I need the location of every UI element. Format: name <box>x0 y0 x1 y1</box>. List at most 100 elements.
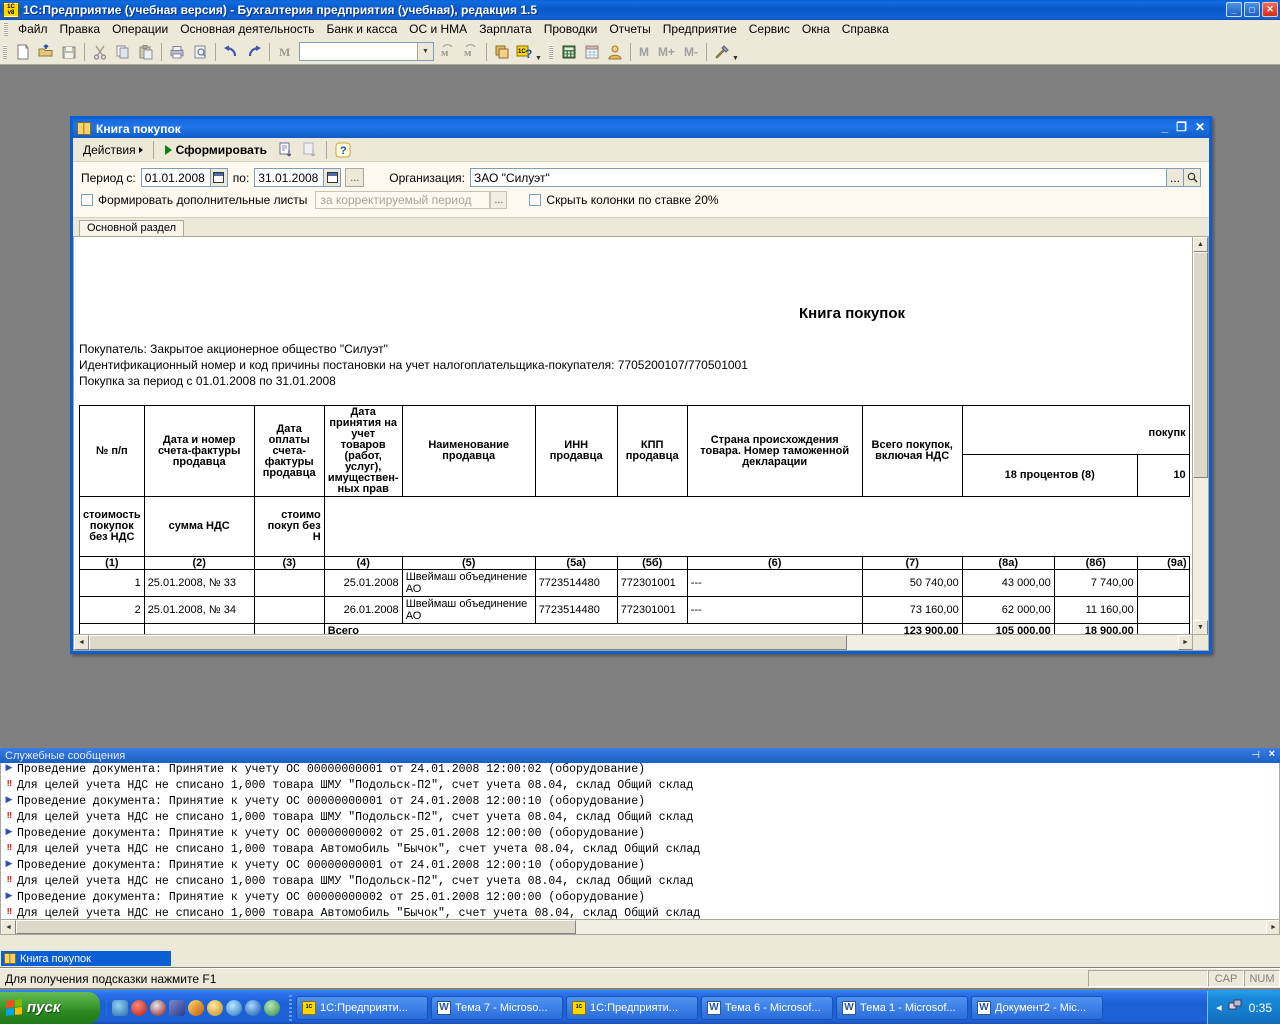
close-icon[interactable]: × <box>1269 748 1275 760</box>
report-vertical-scrollbar[interactable]: ▲ ▼ <box>1192 237 1208 635</box>
copy-window-icon[interactable] <box>491 41 513 63</box>
copy-report-icon[interactable] <box>299 139 321 161</box>
scroll-left-icon[interactable]: ◄ <box>74 635 89 650</box>
menu-item-main-activity[interactable]: Основная деятельность <box>174 20 320 38</box>
taskbar-item-word-tema7[interactable]: W Тема 7 - Microso... <box>431 995 563 1020</box>
user-icon[interactable] <box>604 41 626 63</box>
taskbar-item-word-doc2[interactable]: W Документ2 - Mic... <box>971 995 1103 1020</box>
redo-icon[interactable] <box>243 41 265 63</box>
memory-label[interactable]: M <box>635 45 653 59</box>
corrected-period-more-button[interactable]: ... <box>490 191 508 209</box>
memory-plus-label[interactable]: M+ <box>654 45 679 59</box>
service-messages-list[interactable]: ▶ Проведение документа: Принятие к учету … <box>0 763 1280 935</box>
network-icon[interactable] <box>112 999 128 1016</box>
find-next-icon[interactable]: ᴍ <box>437 41 459 63</box>
new-document-icon[interactable] <box>12 41 34 63</box>
organization-select-button[interactable]: ... <box>1167 168 1184 187</box>
child-maximize-button[interactable]: ❐ <box>1176 120 1187 134</box>
help-button[interactable]: ? <box>332 139 354 161</box>
scroll-down-icon[interactable]: ▼ <box>1193 620 1208 635</box>
list-item[interactable]: ▶ Проведение документа: Принятие к учету … <box>1 859 1279 875</box>
toolbar-overflow-chevron-icon[interactable]: ▼ <box>535 55 542 62</box>
tab-main-section[interactable]: Основной раздел <box>79 220 184 236</box>
service-messages-horizontal-scrollbar[interactable]: ◄ ► <box>1 919 1279 934</box>
tray-expand-chevron-icon[interactable]: ◂ <box>1216 1001 1222 1014</box>
period-settings-button[interactable]: ... <box>345 168 365 187</box>
save-icon[interactable] <box>58 41 80 63</box>
list-item[interactable]: ▶ Проведение документа: Принятие к учету … <box>1 795 1279 811</box>
taskbar-item-1c-1[interactable]: 1C 1С:Предприяти... <box>296 995 428 1020</box>
horizontal-scroll-thumb[interactable] <box>89 635 847 650</box>
table-row[interactable]: 1 25.01.2008, № 33 25.01.2008 Швеймаш об… <box>79 569 1190 597</box>
vertical-scroll-thumb[interactable] <box>1193 252 1208 478</box>
organization-input[interactable]: ЗАО "Силуэт" <box>470 168 1167 187</box>
table-row[interactable]: 2 25.01.2008, № 34 26.01.2008 Швеймаш об… <box>79 596 1190 624</box>
about-1c-icon[interactable]: 1C? <box>514 41 536 63</box>
window-list-item-purchase-book[interactable]: Книга покупок <box>1 951 171 966</box>
generate-report-button[interactable]: Сформировать <box>159 141 273 159</box>
ie-icon[interactable] <box>226 999 242 1016</box>
open-folder-icon[interactable] <box>35 41 57 63</box>
list-item[interactable]: ‼ Для целей учета НДС не списано 1,000 то… <box>1 875 1279 891</box>
menu-item-windows[interactable]: Окна <box>796 20 836 38</box>
search-input[interactable]: ▼ <box>299 42 434 61</box>
taskbar-item-word-tema1[interactable]: W Тема 1 - Microsof... <box>836 995 968 1020</box>
report-horizontal-scrollbar[interactable]: ◄ ► <box>74 634 1193 650</box>
winamp-icon[interactable] <box>150 999 166 1016</box>
list-item[interactable]: ▶ Проведение документа: Принятие к учету … <box>1 891 1279 907</box>
memory-minus-label[interactable]: M- <box>680 45 702 59</box>
list-item[interactable]: ‼ Для целей учета НДС не списано 1,000 то… <box>1 779 1279 795</box>
menu-item-bank-cash[interactable]: Банк и касса <box>320 20 403 38</box>
list-item[interactable]: ‼ Для целей учета НДС не списано 1,000 то… <box>1 843 1279 859</box>
period-from-input[interactable]: 01.01.2008 <box>140 168 211 187</box>
child-close-button[interactable]: ✕ <box>1195 120 1205 134</box>
additional-sheets-checkbox[interactable] <box>81 194 93 206</box>
taskbar-item-word-tema6[interactable]: W Тема 6 - Microsof... <box>701 995 833 1020</box>
list-item[interactable]: ▶ Проведение документа: Принятие к учету … <box>1 763 1279 779</box>
scroll-right-icon[interactable]: ► <box>1178 635 1193 650</box>
network-tray-icon[interactable] <box>1228 999 1243 1016</box>
close-button[interactable]: ✕ <box>1262 2 1278 17</box>
calendar-icon[interactable] <box>581 41 603 63</box>
svc-scroll-left-icon[interactable]: ◄ <box>1 920 16 934</box>
menu-item-fixed-assets[interactable]: ОС и НМА <box>403 20 473 38</box>
period-to-input[interactable]: 31.01.2008 <box>254 168 325 187</box>
tray-clock[interactable]: 0:35 <box>1249 1001 1272 1015</box>
svc-scroll-right-icon[interactable]: ► <box>1266 920 1279 934</box>
taskbar-item-1c-2[interactable]: 1C 1С:Предприяти... <box>566 995 698 1020</box>
toolbar-grip-2[interactable] <box>548 44 553 59</box>
menu-grip[interactable] <box>4 22 8 36</box>
cut-scissors-icon[interactable] <box>89 41 111 63</box>
tools-overflow-chevron-icon[interactable]: ▼ <box>732 55 739 62</box>
copy-icon[interactable] <box>112 41 134 63</box>
menu-item-service[interactable]: Сервис <box>743 20 796 38</box>
menu-item-reports[interactable]: Отчеты <box>603 20 656 38</box>
magnifier-icon[interactable] <box>1184 168 1201 187</box>
settings-tools-icon[interactable] <box>711 41 733 63</box>
flash-icon[interactable] <box>188 999 204 1016</box>
report-settings-icon[interactable] <box>275 139 297 161</box>
maximize-button[interactable]: □ <box>1244 2 1260 17</box>
print-preview-icon[interactable] <box>189 41 211 63</box>
list-item[interactable]: ‼ Для целей учета НДС не списано 1,000 то… <box>1 811 1279 827</box>
child-minimize-button[interactable]: _ <box>1161 120 1168 134</box>
menu-item-postings[interactable]: Проводки <box>538 20 604 38</box>
opera-icon[interactable] <box>131 999 147 1016</box>
actions-menu-button[interactable]: Действия <box>78 141 148 159</box>
app-icon[interactable] <box>264 999 280 1016</box>
find-prev-icon[interactable]: ᴍ <box>460 41 482 63</box>
period-from-calendar-icon[interactable] <box>210 168 228 187</box>
menu-item-salary[interactable]: Зарплата <box>473 20 538 38</box>
svc-horizontal-scroll-thumb[interactable] <box>16 920 576 934</box>
undo-icon[interactable] <box>220 41 242 63</box>
period-to-calendar-icon[interactable] <box>324 168 342 187</box>
find-icon[interactable]: M <box>274 41 296 63</box>
menu-item-edit[interactable]: Правка <box>54 20 107 38</box>
calculator-icon[interactable] <box>558 41 580 63</box>
explorer-icon[interactable] <box>169 999 185 1016</box>
menu-item-help[interactable]: Справка <box>836 20 895 38</box>
pin-icon[interactable]: ⊣ <box>1251 750 1260 761</box>
corrected-period-input[interactable]: за корректируемый период <box>315 191 491 209</box>
menu-item-enterprise[interactable]: Предприятие <box>657 20 743 38</box>
minimize-button[interactable]: _ <box>1226 2 1242 17</box>
